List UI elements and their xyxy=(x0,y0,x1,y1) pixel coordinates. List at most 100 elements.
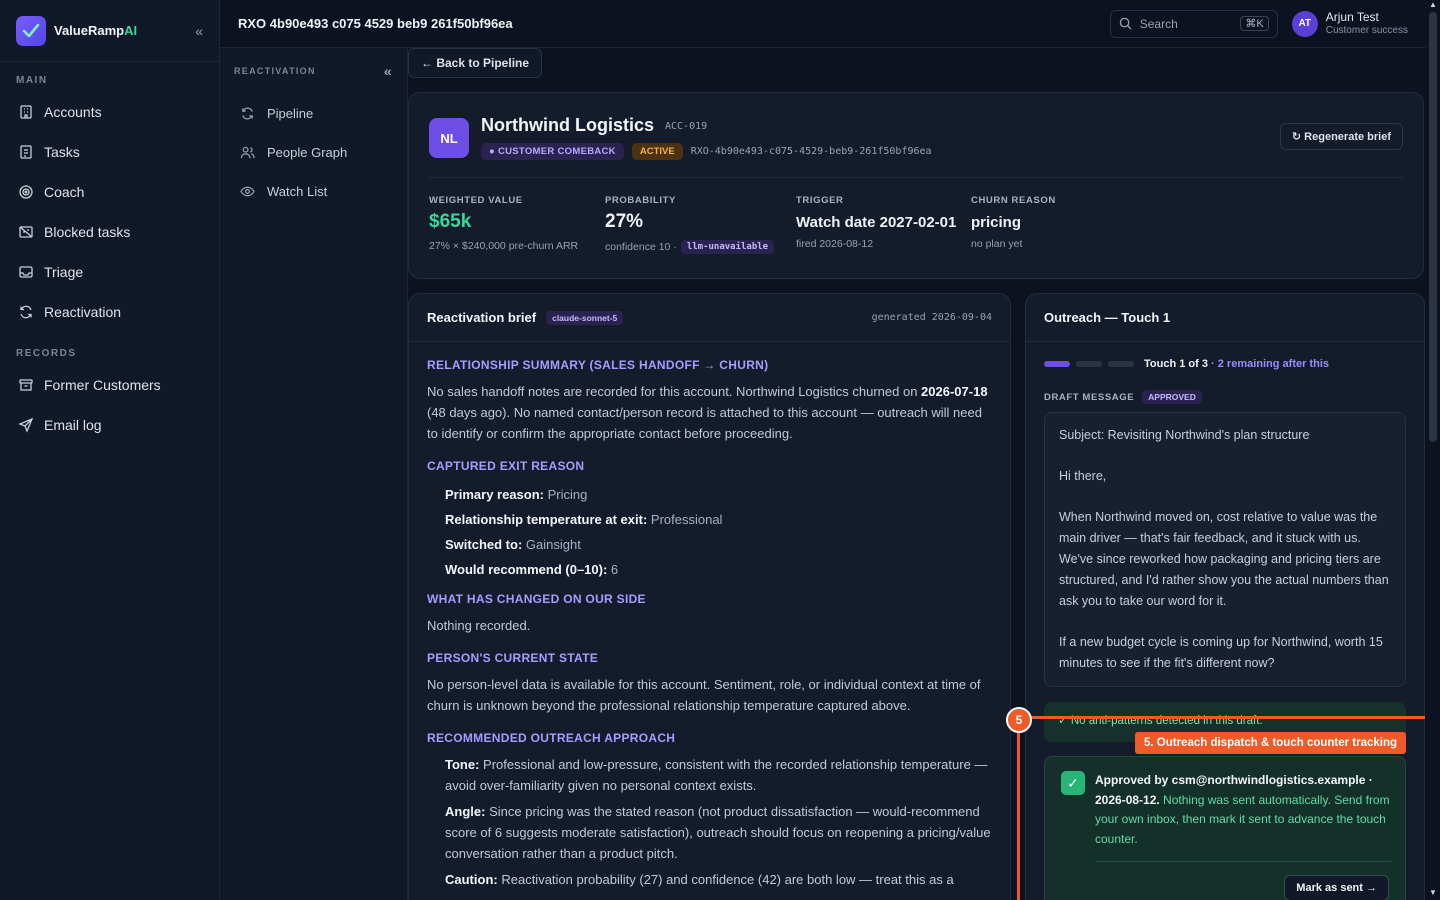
touch-remaining: · 2 remaining after this xyxy=(1207,358,1329,370)
sidebar-item-label: Triage xyxy=(44,264,84,280)
approval-notice: ✓ Approved by csm@northwindlogistics.exa… xyxy=(1044,756,1406,900)
touch-segment xyxy=(1108,361,1134,367)
subnav-item-people-graph[interactable]: People Graph xyxy=(220,133,407,172)
avatar: AT xyxy=(1291,10,1318,37)
refresh-icon xyxy=(20,305,32,319)
annotation-line xyxy=(1019,716,1425,719)
people-icon xyxy=(240,146,255,159)
annotation-label: 5. Outreach dispatch & touch counter tra… xyxy=(1135,732,1407,754)
sidebar-item-label: Coach xyxy=(44,184,85,200)
approach-row: Caution: Reactivation probability (27) a… xyxy=(445,872,954,887)
generated-timestamp: generated 2026-09-04 xyxy=(871,312,992,323)
subnav-item-watch-list[interactable]: Watch List xyxy=(220,172,407,211)
account-name: Northwind Logistics xyxy=(481,115,654,135)
regenerate-brief-button[interactable]: ↻ Regenerate brief xyxy=(1279,123,1403,150)
section-title: WHAT HAS CHANGED ON OUR SIDE xyxy=(427,592,646,606)
draft-body: When Northwind moved on, cost relative t… xyxy=(1059,510,1389,608)
nav-section-records: RECORDS xyxy=(16,348,77,359)
draft-status-badge: APPROVED xyxy=(1142,390,1202,404)
subnav-item-label: Watch List xyxy=(267,184,328,199)
sidebar-item-label: Blocked tasks xyxy=(44,224,131,240)
double-chevron-left-icon[interactable]: « xyxy=(195,23,203,39)
divider xyxy=(429,177,1403,178)
section-title: RELATIONSHIP SUMMARY (SALES HANDOFF → CH… xyxy=(427,358,769,372)
target-icon xyxy=(19,185,33,199)
building-icon xyxy=(20,105,32,119)
subnav-heading: REACTIVATION xyxy=(234,66,316,76)
metric-weighted-value: WEIGHTED VALUE $65k 27% × $240,000 pre-c… xyxy=(429,195,578,252)
metric-churn-reason: CHURN REASON pricing no plan yet xyxy=(971,195,1056,250)
reactivation-subnav: REACTIVATION « Pipeline People Graph Wat… xyxy=(220,48,408,900)
scrollbar[interactable]: ▲ ▼ xyxy=(1426,0,1440,900)
person-state-text: No person-level data is available for th… xyxy=(427,677,981,713)
metric-probability: PROBABILITY 27% confidence 10 · llm-unav… xyxy=(605,195,775,254)
sidebar-item-accounts[interactable]: Accounts xyxy=(0,92,219,132)
checklist-icon xyxy=(20,145,32,159)
sidebar-item-tasks[interactable]: Tasks xyxy=(0,132,219,172)
blocked-icon xyxy=(19,226,33,238)
metric-sub: fired 2026-08-12 xyxy=(796,238,874,250)
search-input[interactable]: Search ⌘K xyxy=(1109,9,1278,38)
card-title: Reactivation brief xyxy=(427,310,537,325)
subnav-item-label: People Graph xyxy=(267,145,348,160)
scroll-up-arrow-icon[interactable]: ▲ xyxy=(1428,0,1438,10)
exit-reason-row: Switched to: Gainsight xyxy=(445,537,581,552)
sidebar-item-former-customers[interactable]: Former Customers xyxy=(0,365,219,405)
model-badge: claude-sonnet-5 xyxy=(546,310,624,325)
back-to-pipeline-button[interactable]: ← Back to Pipeline xyxy=(408,48,543,78)
subnav-item-pipeline[interactable]: Pipeline xyxy=(220,94,407,133)
annotation-line xyxy=(1017,720,1020,900)
inbox-icon xyxy=(19,266,33,278)
status-badge: ACTIVE xyxy=(631,143,683,160)
metric-label: TRIGGER xyxy=(796,195,844,206)
eye-icon xyxy=(240,186,255,197)
touch-progress: Touch 1 of 3 · 2 remaining after this xyxy=(1044,358,1329,370)
mark-as-sent-button[interactable]: Mark as sent → xyxy=(1284,875,1389,900)
scroll-down-arrow-icon[interactable]: ▼ xyxy=(1428,888,1438,898)
customer-comeback-badge: ● CUSTOMER COMEBACK xyxy=(481,143,624,160)
exit-reason-row: Relationship temperature at exit: Profes… xyxy=(445,512,723,527)
search-shortcut: ⌘K xyxy=(1240,16,1269,31)
draft-subject: Subject: Revisiting Northwind's plan str… xyxy=(1059,428,1310,442)
user-menu[interactable]: AT Arjun Test Customer success xyxy=(1291,9,1408,37)
sidebar-item-email-log[interactable]: Email log xyxy=(0,405,219,445)
sidebar-item-reactivation[interactable]: Reactivation xyxy=(0,292,219,332)
changes-text: Nothing recorded. xyxy=(427,618,531,633)
subnav-item-label: Pipeline xyxy=(267,106,314,121)
account-avatar: NL xyxy=(429,118,469,158)
annotation-marker: 5 xyxy=(1006,707,1032,733)
section-title: RECOMMENDED OUTREACH APPROACH xyxy=(427,731,676,745)
metric-sub: confidence 10 · xyxy=(605,241,677,253)
check-icon: ✓ xyxy=(1061,771,1085,795)
send-icon xyxy=(18,417,34,433)
exit-reason-row: Would recommend (0–10): 6 xyxy=(445,562,619,577)
user-role: Customer success xyxy=(1325,24,1408,36)
metric-sub: 27% × $240,000 pre-churn ARR xyxy=(429,240,579,252)
section-title: PERSON'S CURRENT STATE xyxy=(427,651,599,665)
brand-name: ValueRampAI xyxy=(54,23,138,38)
metric-label: WEIGHTED VALUE xyxy=(429,195,523,206)
approach-row: Tone: Professional and low-pressure, con… xyxy=(445,757,988,793)
sidebar-item-coach[interactable]: Coach xyxy=(0,172,219,212)
sidebar-item-blocked-tasks[interactable]: Blocked tasks xyxy=(0,212,219,252)
sidebar: ValueRampAI « MAIN Accounts Tasks Coach … xyxy=(0,0,220,900)
metric-label: PROBABILITY xyxy=(605,195,676,206)
metric-sub: no plan yet xyxy=(971,238,1023,250)
touch-count: Touch 1 of 3 xyxy=(1144,358,1208,370)
relationship-summary: No sales handoff notes are recorded for … xyxy=(427,384,988,441)
draft-label: DRAFT MESSAGE xyxy=(1044,391,1135,403)
nav-section-main: MAIN xyxy=(16,75,48,86)
reactivation-brief-card: Reactivation brief claude-sonnet-5 gener… xyxy=(408,293,1011,900)
draft-greeting: Hi there, xyxy=(1059,469,1107,483)
account-id: ACC-019 xyxy=(665,121,708,132)
sidebar-item-triage[interactable]: Triage xyxy=(0,252,219,292)
scroll-thumb[interactable] xyxy=(1429,12,1437,442)
llm-unavailable-badge: llm-unavailable xyxy=(680,240,775,254)
brand: ValueRampAI « xyxy=(0,0,219,62)
double-chevron-left-icon[interactable]: « xyxy=(384,63,393,79)
draft-message[interactable]: Subject: Revisiting Northwind's plan str… xyxy=(1044,412,1406,687)
draft-body: If a new budget cycle is coming up for N… xyxy=(1059,635,1383,670)
metric-trigger: TRIGGER Watch date 2027-02-01 fired 2026… xyxy=(796,195,956,250)
user-name: Arjun Test xyxy=(1325,9,1379,24)
metric-value: 27% xyxy=(605,211,644,232)
